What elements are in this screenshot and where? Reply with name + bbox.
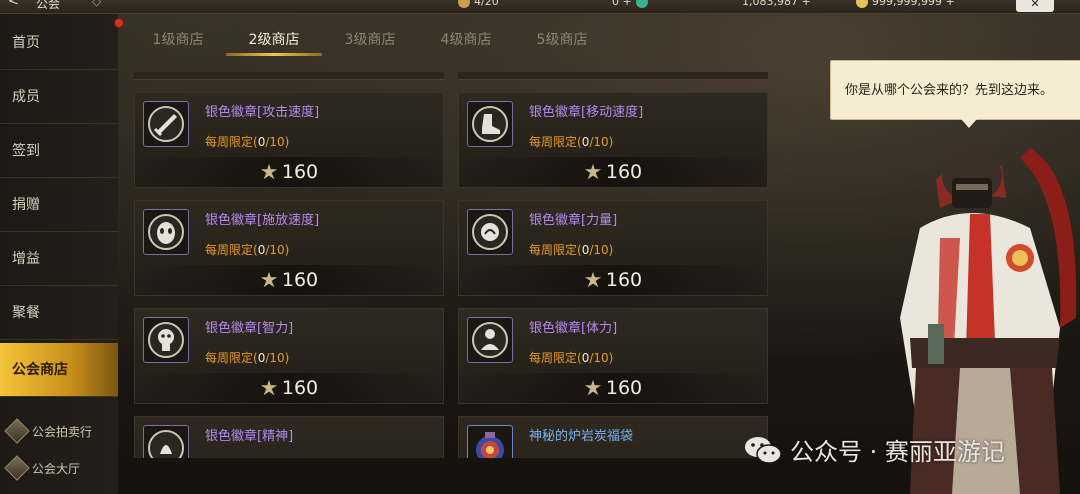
tab-level-5[interactable]: 5级商店	[514, 26, 610, 58]
shop-item[interactable]: 银色徽章[攻击速度] 每周限定(0/10) 160	[134, 92, 444, 188]
guild-coin-icon	[584, 163, 601, 180]
gold-counter[interactable]: 1,083,987 +	[742, 0, 811, 8]
stamina-icon	[458, 0, 470, 8]
gem-counter[interactable]: 0 +	[612, 0, 648, 8]
guild-coin-icon	[260, 163, 277, 180]
price-bar: 160	[135, 157, 443, 187]
shop-item[interactable]: 银色徽章[力量] 每周限定(0/10) 160	[458, 200, 768, 296]
guild-coin-icon	[584, 271, 601, 288]
top-bar: < 公会 ◇ 4/20 0 + 1,083,987 + 999,999,999 …	[0, 0, 1080, 14]
spirit-badge-icon	[143, 425, 189, 458]
item-name: 银色徽章[精神]	[205, 429, 294, 444]
shop-item[interactable]: 银色徽章[精神]	[134, 416, 444, 458]
vitality-badge-icon	[467, 317, 513, 363]
weekly-limit: 每周限定(0/10)	[529, 135, 614, 149]
shop-item[interactable]: 银色徽章[移动速度] 每周限定(0/10) 160	[458, 92, 768, 188]
sidebar-item-home[interactable]: 首页	[0, 16, 118, 70]
shop-item[interactable]: 银色徽章[智力] 每周限定(0/10) 160	[134, 308, 444, 404]
shop-item[interactable]: 银色徽章[体力] 每周限定(0/10) 160	[458, 308, 768, 404]
price-bar: 160	[459, 265, 767, 295]
hall-icon	[4, 455, 30, 481]
coin-icon	[856, 0, 868, 8]
npc-speech-bubble: 你是从哪个公会来的？先到这边来。	[830, 60, 1080, 128]
sidebar-item-guild-shop[interactable]: 公会商店	[0, 343, 118, 397]
shop-item[interactable]: 神秘的炉岩炭福袋	[458, 416, 768, 458]
weekly-limit: 每周限定(0/10)	[529, 243, 614, 257]
weekly-limit: 每周限定(0/10)	[529, 351, 614, 365]
tab-level-2[interactable]: 2级商店	[226, 26, 322, 58]
guild-coin-icon	[584, 379, 601, 396]
price-bar: 160	[459, 157, 767, 187]
stamina-counter: 4/20	[458, 0, 499, 8]
wechat-icon	[745, 436, 782, 464]
item-price: 160	[605, 161, 643, 183]
item-price: 160	[605, 269, 643, 291]
item-name: 银色徽章[力量]	[529, 213, 618, 228]
coin-counter[interactable]: 999,999,999 +	[856, 0, 955, 8]
weekly-limit: 每周限定(0/10)	[205, 135, 290, 149]
price-bar: 160	[135, 373, 443, 403]
auction-icon	[4, 418, 30, 444]
sword-badge-icon	[143, 101, 189, 147]
item-name: 银色徽章[移动速度]	[529, 105, 644, 120]
item-name: 神秘的炉岩炭福袋	[529, 429, 634, 444]
sidebar-item-donate[interactable]: 捐赠	[0, 178, 118, 232]
item-price: 160	[281, 161, 319, 183]
watermark: 公众号 · 赛丽亚游记	[744, 432, 1005, 467]
shop-item[interactable]: 银色徽章[施放速度] 每周限定(0/10) 160	[134, 200, 444, 296]
item-price: 160	[605, 377, 643, 399]
item-name: 银色徽章[攻击速度]	[205, 105, 320, 120]
price-bar: 160	[459, 373, 767, 403]
list-top-edge	[134, 72, 444, 80]
item-name: 银色徽章[体力]	[529, 321, 618, 336]
boot-badge-icon	[467, 101, 513, 147]
back-button[interactable]: <	[8, 0, 19, 9]
sidebar-item-auction[interactable]: 公会拍卖行	[4, 418, 118, 444]
intellect-badge-icon	[143, 317, 189, 363]
item-name: 银色徽章[智力]	[205, 321, 294, 336]
sidebar-item-checkin[interactable]: 签到	[0, 124, 118, 178]
sidebar-item-members[interactable]: 成员	[0, 70, 118, 124]
notification-dot	[114, 18, 124, 28]
weekly-limit: 每周限定(0/10)	[205, 351, 290, 365]
sidebar-item-hall[interactable]: 公会大厅	[4, 455, 118, 481]
list-top-edge	[458, 72, 768, 80]
item-name: 银色徽章[施放速度]	[205, 213, 320, 228]
tab-level-1[interactable]: 1级商店	[130, 26, 226, 58]
tab-level-3[interactable]: 3级商店	[322, 26, 418, 58]
shop-item-list[interactable]: 银色徽章[攻击速度] 每周限定(0/10) 160 银色徽章[移动速度] 每周限…	[134, 72, 768, 458]
tab-level-4[interactable]: 4级商店	[418, 26, 514, 58]
sidebar: 首页 成员 签到 捐赠 增益 聚餐 公会商店 公会拍卖行 公会大厅	[0, 14, 118, 494]
mask-badge-icon	[143, 209, 189, 255]
price-bar: 160	[135, 265, 443, 295]
item-price: 160	[281, 377, 319, 399]
guild-coin-icon	[260, 271, 277, 288]
lucky-bag-icon	[467, 425, 513, 458]
help-icon[interactable]: ◇	[92, 0, 101, 8]
sidebar-item-buff[interactable]: 增益	[0, 232, 118, 286]
guild-coin-icon	[260, 379, 277, 396]
strength-badge-icon	[467, 209, 513, 255]
weekly-limit: 每周限定(0/10)	[205, 243, 290, 257]
close-button[interactable]: ✕	[1016, 0, 1054, 12]
shop-tabs: 1级商店 2级商店 3级商店 4级商店 5级商店	[130, 26, 770, 58]
gem-icon	[635, 0, 648, 8]
item-price: 160	[281, 269, 319, 291]
sidebar-item-dinner[interactable]: 聚餐	[0, 286, 118, 340]
page-title: 公会	[36, 0, 61, 11]
